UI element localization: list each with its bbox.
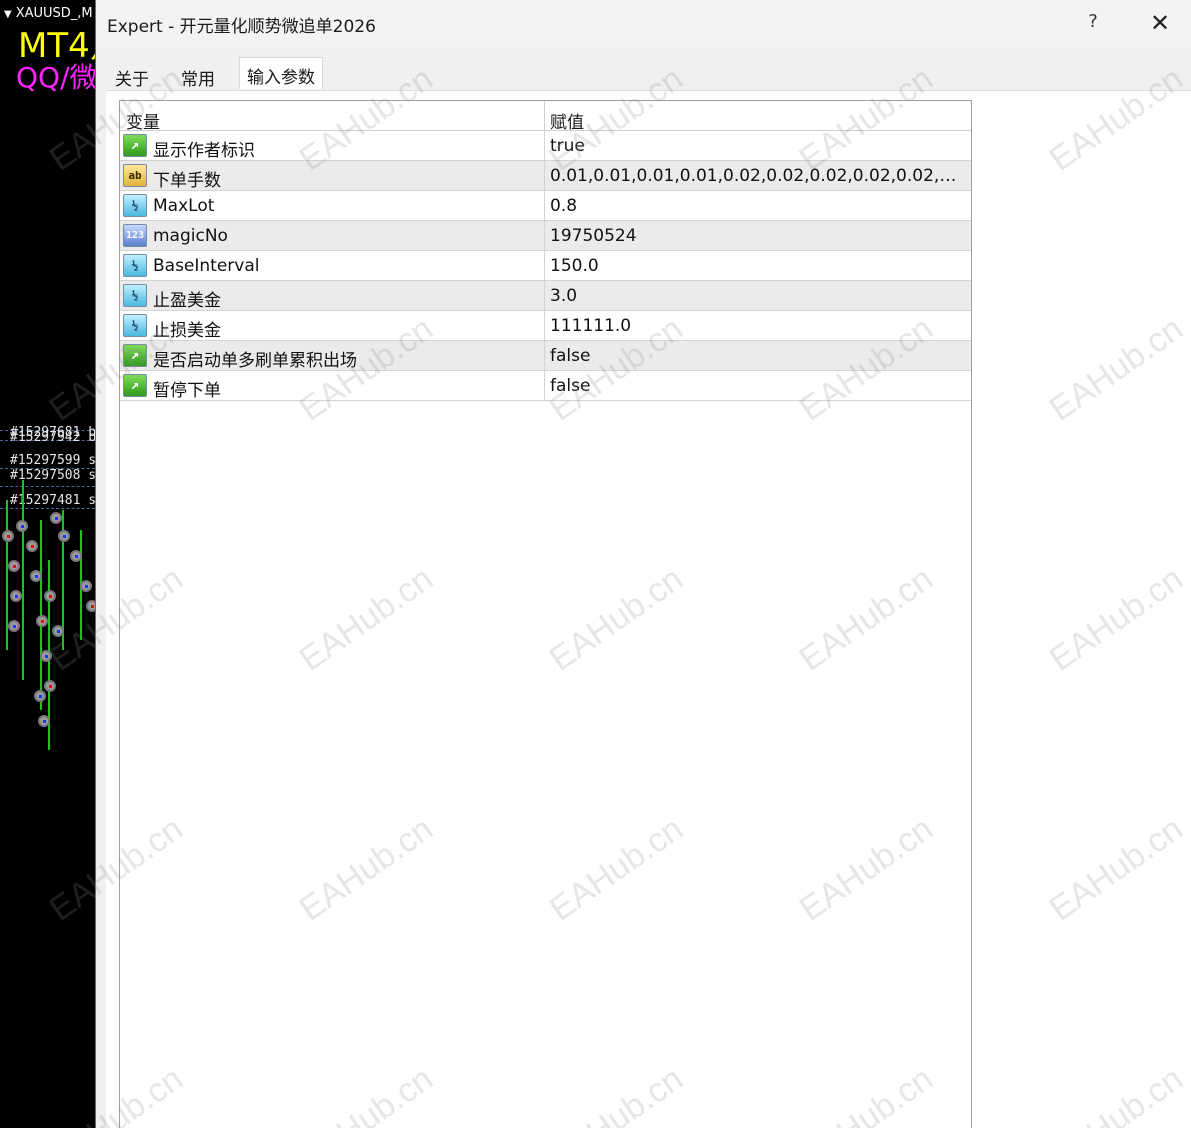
double-icon: ½ [123,284,147,307]
header-value[interactable]: 赋值 [550,108,584,133]
table-row[interactable]: ½ 止损美金 111111.0 [120,311,971,341]
tab-common[interactable]: 常用 [174,59,222,90]
param-name: 显示作者标识 [153,141,255,161]
param-value[interactable]: false [550,346,965,366]
param-name: 暂停下单 [153,381,221,401]
double-icon: ½ [123,194,147,217]
bool-icon [123,374,147,397]
help-button[interactable]: ? [1082,11,1104,35]
inputs-panel: 变量 赋值 显示作者标识 true ab 下单手数 0.01,0.01,0.01… [106,90,1191,1128]
expert-properties-dialog: Expert - 开元量化顺势微追单2026 ? ✕ 关于 常用 输入参数 变量… [95,0,1191,1128]
param-name: 下单手数 [153,171,221,191]
param-value[interactable]: 111111.0 [550,316,965,336]
int-icon: 123 [123,224,147,247]
param-value[interactable]: false [550,376,965,396]
param-value[interactable]: 0.8 [550,196,965,216]
bool-icon [123,344,147,367]
window-title: Expert - 开元量化顺势微追单2026 [107,17,376,37]
table-row[interactable]: 是否启动单多刷单累积出场 false [120,341,971,371]
table-row[interactable]: 显示作者标识 true [120,131,971,161]
mt4-chart-background: ▼XAUUSD_,M MT4点 QQ/微 #15297681 b #152979… [0,0,100,1128]
grid-rows: 显示作者标识 true ab 下单手数 0.01,0.01,0.01,0.01,… [120,131,971,401]
table-row[interactable]: ab 下单手数 0.01,0.01,0.01,0.01,0.02,0.02,0.… [120,161,971,191]
close-button[interactable]: ✕ [1146,8,1174,38]
chart-overlay-text-2: QQ/微 [16,61,98,94]
param-name: MaxLot [153,196,215,216]
order-label: #15297599 s [10,453,97,468]
tab-inputs[interactable]: 输入参数 [239,57,323,89]
table-row[interactable]: ½ BaseInterval 150.0 [120,251,971,281]
param-name: 止盈美金 [153,291,221,311]
bool-icon [123,134,147,157]
param-name: 是否启动单多刷单累积出场 [153,351,357,371]
param-name: 止损美金 [153,321,221,341]
table-row[interactable]: 暂停下单 false [120,371,971,401]
param-value[interactable]: 3.0 [550,286,965,306]
param-name: magicNo [153,226,228,246]
table-row[interactable]: 123 magicNo 19750524 [120,221,971,251]
inputs-grid: 变量 赋值 显示作者标识 true ab 下单手数 0.01,0.01,0.01… [119,100,972,1128]
param-name: BaseInterval [153,256,260,276]
order-label: #15297942 b [10,430,97,445]
double-icon: ½ [123,254,147,277]
param-value[interactable]: 19750524 [550,226,965,246]
param-value[interactable]: 150.0 [550,256,965,276]
title-bar[interactable]: Expert - 开元量化顺势微追单2026 ? ✕ [96,0,1191,48]
header-variable[interactable]: 变量 [126,108,160,133]
tab-about[interactable]: 关于 [108,59,156,90]
table-row[interactable]: ½ MaxLot 0.8 [120,191,971,221]
string-icon: ab [123,164,147,187]
param-value[interactable]: true [550,136,965,156]
param-value[interactable]: 0.01,0.01,0.01,0.01,0.02,0.02,0.02,0.02,… [550,166,965,186]
table-row[interactable]: ½ 止盈美金 3.0 [120,281,971,311]
double-icon: ½ [123,314,147,337]
grid-header: 变量 赋值 [120,101,971,133]
